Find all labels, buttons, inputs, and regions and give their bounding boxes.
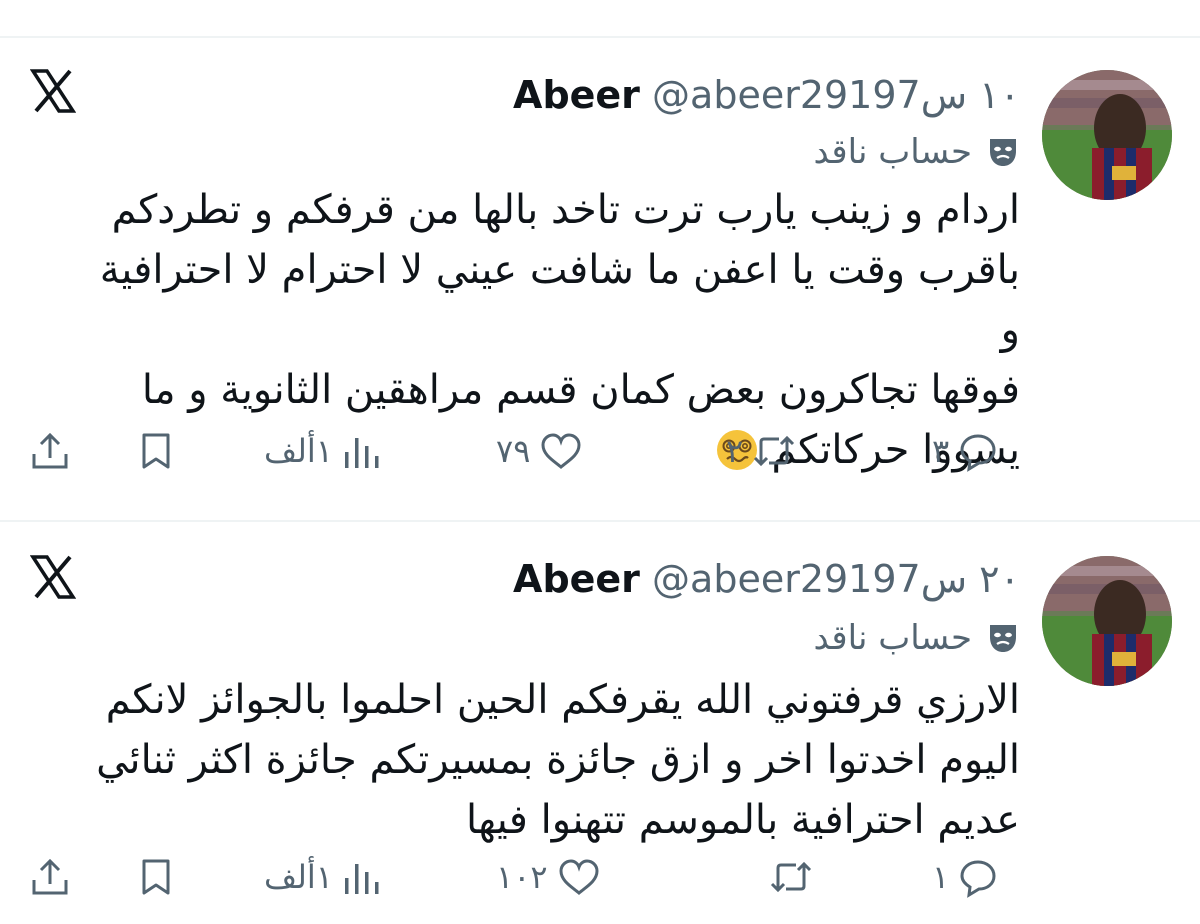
avatar[interactable] (1042, 556, 1172, 686)
repost-icon (754, 435, 795, 467)
views-count: ١ألف (264, 858, 333, 896)
views-button[interactable]: ١ألف (264, 856, 381, 898)
x-logo-icon (29, 68, 77, 114)
author-handle[interactable]: @abeer29197 (652, 73, 921, 117)
reply-count: ١ (932, 858, 950, 896)
repost-button[interactable] (760, 856, 814, 898)
reply-button[interactable]: ١ (932, 856, 999, 898)
tweet-line: باقرب وقت يا اعفن ما شافت عيني لا احترام… (99, 247, 1020, 353)
tweet-line: اردام و زينب يارب ترت تاخد بالها من قرفك… (111, 187, 1020, 233)
views-icon (344, 864, 379, 894)
like-count: ٧٩ (496, 432, 531, 470)
x-logo-icon (29, 554, 77, 600)
tweet-line: اليوم اخدتوا اخر و ازق جائزة بمسيرتكم جا… (96, 737, 1020, 783)
badge-label: حساب ناقد (813, 132, 972, 172)
views-button[interactable]: ١ألف (264, 430, 381, 472)
bookmark-button[interactable] (136, 856, 176, 898)
account-label: حساب ناقد (814, 132, 1020, 172)
action-bar: ٣ ٢ ٧٩ ١ألف (0, 430, 1200, 490)
reply-icon (960, 434, 996, 472)
like-icon (559, 859, 599, 895)
bookmark-icon (142, 859, 170, 895)
views-count: ١ألف (264, 432, 333, 470)
reply-icon (960, 860, 996, 898)
author-handle[interactable]: @abeer29197 (652, 557, 921, 601)
tweet-time[interactable]: ٢٠ س (921, 557, 1020, 601)
mask-icon (990, 139, 1016, 166)
share-button[interactable] (28, 856, 72, 898)
reply-count: ٣ (932, 432, 950, 470)
like-count: ١٠٢ (496, 858, 548, 896)
tweet-line: فوقها تجاكرون بعض كمان قسم مراهقين الثان… (141, 367, 1020, 413)
avatar[interactable] (1042, 70, 1172, 200)
repost-icon (770, 861, 812, 893)
account-label: حساب ناقد (814, 618, 1020, 658)
share-icon (32, 858, 68, 895)
repost-button[interactable]: ٢ (726, 430, 797, 472)
like-button[interactable]: ٧٩ (496, 430, 584, 472)
tweet-line: الارزي قرفتوني الله يقرفكم الحين احلموا … (105, 677, 1020, 723)
share-button[interactable] (28, 430, 72, 472)
tweet-text: الارزي قرفتوني الله يقرفكم الحين احلموا … (80, 670, 1020, 850)
bookmark-button[interactable] (136, 430, 176, 472)
action-bar: ١ ١٠٢ ١ألف (0, 856, 1200, 916)
repost-count: ٢ (726, 432, 744, 470)
tweet-2[interactable]: Abeer @abeer29197٢٠ س حساب ناقد الارزي ق… (0, 522, 1200, 924)
reply-button[interactable]: ٣ (932, 430, 999, 472)
tweet-header: Abeer @abeer29197١٠ س (513, 72, 1020, 118)
tweet-header: Abeer @abeer29197٢٠ س (513, 556, 1020, 602)
mask-icon (990, 625, 1016, 652)
bookmark-icon (142, 433, 170, 469)
author-name[interactable]: Abeer (513, 73, 640, 117)
tweet-time[interactable]: ١٠ س (921, 73, 1020, 117)
author-name[interactable]: Abeer (513, 557, 640, 601)
like-button[interactable]: ١٠٢ (496, 856, 602, 898)
views-icon (344, 438, 379, 468)
tweet-line: عديم احترافية بالموسم تتهنوا فيها (466, 797, 1020, 843)
badge-label: حساب ناقد (813, 618, 972, 658)
like-icon (541, 433, 581, 469)
share-icon (32, 432, 68, 469)
tweet-1[interactable]: Abeer @abeer29197١٠ س حساب ناقد اردام و … (0, 38, 1200, 518)
